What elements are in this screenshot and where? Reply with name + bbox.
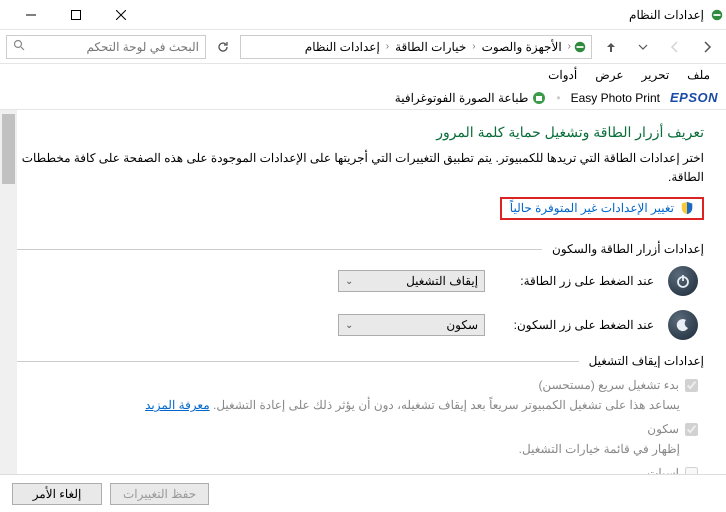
epson-photo-print[interactable]: طباعة الصورة الفوتوغرافية (395, 91, 547, 105)
chevron-left-icon: ‹ (568, 41, 571, 52)
chevron-left-icon: ‹ (386, 41, 389, 52)
menu-tools[interactable]: أدوات (540, 66, 585, 84)
main-content: تعريف أزرار الطاقة وتشغيل حماية كلمة الم… (0, 110, 726, 474)
menu-edit[interactable]: تحرير (634, 66, 678, 84)
search-icon (13, 39, 25, 54)
chevron-left-icon: ‹ (472, 41, 475, 52)
footer: إلغاء الأمر حفظ التغييرات (0, 474, 726, 512)
section-header-buttons: إعدادات أزرار الطاقة والسكون (8, 242, 704, 256)
search-input[interactable] (29, 40, 199, 54)
app-icon (710, 8, 724, 22)
crumb-3[interactable]: إعدادات النظام (301, 40, 384, 54)
breadcrumb[interactable]: ‹ الأجهزة والصوت ‹ خيارات الطاقة ‹ إعداد… (240, 35, 592, 59)
sleep-checkbox-row: سكون (8, 422, 698, 436)
epson-logo: EPSON (670, 90, 718, 105)
crumb-2[interactable]: خيارات الطاقة (391, 40, 470, 54)
sleep-desc: إظهار في قائمة خيارات التشغيل. (8, 440, 680, 458)
window-title: إعدادات النظام (629, 8, 704, 22)
page-description: اختر إعدادات الطاقة التي تريدها للكمبيوت… (8, 149, 704, 187)
maximize-button[interactable] (53, 1, 98, 29)
shutdown-settings: بدء تشغيل سريع (مستحسن) يساعد هذا على تش… (8, 378, 704, 474)
fast-startup-checkbox-row: بدء تشغيل سريع (مستحسن) (8, 378, 698, 392)
power-icon (668, 266, 698, 296)
cancel-button[interactable]: إلغاء الأمر (12, 483, 102, 505)
nav-up-button[interactable] (598, 34, 624, 60)
save-button: حفظ التغييرات (110, 483, 209, 505)
fast-startup-desc: يساعد هذا على تشغيل الكمبيوتر سريعاً بعد… (8, 396, 680, 414)
chevron-down-icon: ⌄ (345, 320, 353, 331)
menu-file[interactable]: ملف (679, 66, 718, 84)
chevron-down-icon: ⌄ (345, 276, 353, 287)
breadcrumb-icon (573, 40, 587, 54)
close-button[interactable] (98, 1, 143, 29)
fast-startup-checkbox (685, 379, 698, 392)
power-button-label: عند الضغط على زر الطاقة: (499, 274, 654, 288)
sleep-button-label: عند الضغط على زر السكون: (499, 318, 654, 332)
nav-back-button[interactable] (694, 34, 720, 60)
hibernate-checkbox (685, 467, 698, 474)
sleep-button-row: عند الضغط على زر السكون: سكون ⌄ (8, 310, 704, 340)
shield-icon (680, 201, 694, 215)
menu-view[interactable]: عرض (587, 66, 631, 84)
titlebar: إعدادات النظام (0, 0, 726, 30)
sleep-icon (668, 310, 698, 340)
search-box[interactable] (6, 35, 206, 59)
epson-easy-print[interactable]: Easy Photo Print (571, 91, 660, 105)
page-title: تعريف أزرار الطاقة وتشغيل حماية كلمة الم… (8, 124, 704, 141)
window-title-wrap: إعدادات النظام (629, 8, 724, 22)
printer-icon (532, 91, 546, 105)
sleep-checkbox (685, 423, 698, 436)
learn-more-link[interactable]: معرفة المزيد (145, 398, 210, 412)
change-unavailable-settings-link[interactable]: تغيير الإعدادات غير المتوفرة حالياً (500, 197, 704, 220)
scrollbar-thumb[interactable] (2, 114, 15, 184)
hibernate-checkbox-row: إسبات (8, 466, 698, 474)
epson-toolbar: EPSON Easy Photo Print • طباعة الصورة ال… (0, 86, 726, 110)
toolbar: ‹ الأجهزة والصوت ‹ خيارات الطاقة ‹ إعداد… (0, 30, 726, 64)
minimize-button[interactable] (8, 1, 53, 29)
refresh-button[interactable] (212, 36, 234, 58)
crumb-1[interactable]: الأجهزة والصوت (478, 40, 566, 54)
menubar: ملف تحرير عرض أدوات (0, 64, 726, 86)
nav-forward-button[interactable] (662, 34, 688, 60)
section-header-shutdown: إعدادات إيقاف التشغيل (8, 354, 704, 368)
window-controls (8, 1, 143, 29)
nav-recent-button[interactable] (630, 34, 656, 60)
power-button-combo[interactable]: إيقاف التشغيل ⌄ (338, 270, 485, 292)
scrollbar[interactable] (0, 110, 17, 474)
sleep-button-combo[interactable]: سكون ⌄ (338, 314, 485, 336)
power-button-row: عند الضغط على زر الطاقة: إيقاف التشغيل ⌄ (8, 266, 704, 296)
